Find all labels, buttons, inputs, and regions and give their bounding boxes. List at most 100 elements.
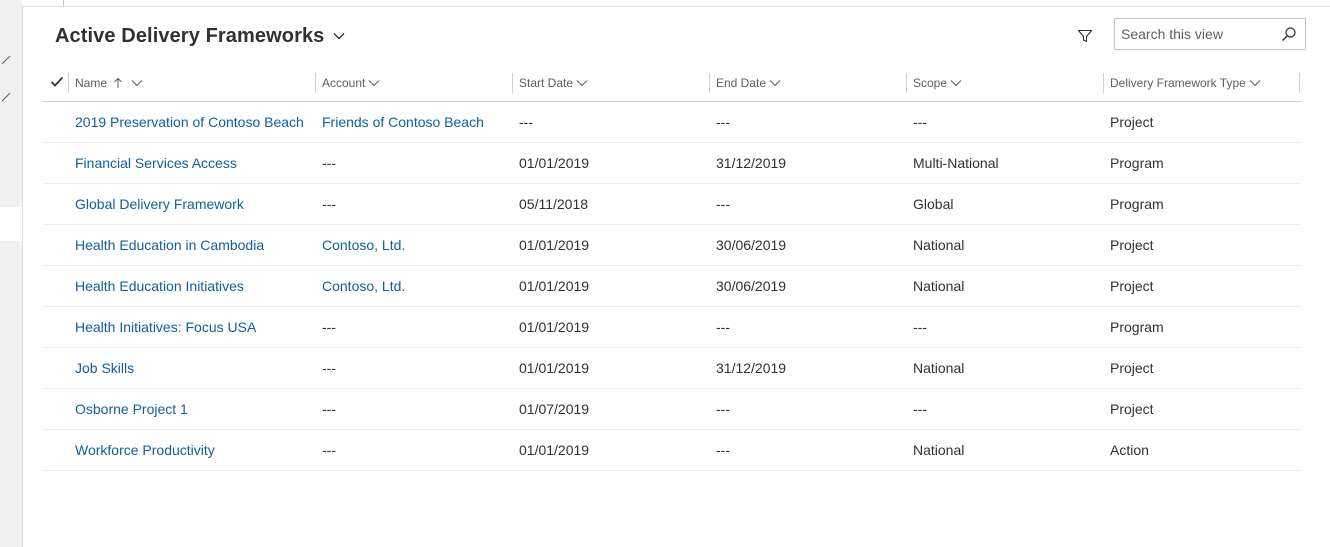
- column-header-scope[interactable]: Scope: [906, 64, 1103, 101]
- chevron-down-icon: [769, 79, 781, 86]
- column-header-start-date[interactable]: Start Date: [512, 64, 709, 101]
- chevron-down-icon: [131, 79, 143, 86]
- type-cell: Project: [1110, 114, 1154, 130]
- end-date-cell: 31/12/2019: [716, 360, 787, 376]
- chevron-down-icon: [576, 79, 588, 86]
- account-link[interactable]: Friends of Contoso Beach: [322, 102, 484, 142]
- column-header-end-date[interactable]: End Date: [709, 64, 906, 101]
- account-cell: ---: [322, 442, 336, 458]
- start-date-cell: 01/01/2019: [519, 155, 590, 171]
- scope-cell: National: [913, 278, 965, 294]
- table-row[interactable]: Global Delivery Framework --- 05/11/2018…: [43, 184, 1301, 225]
- rail-selected-item[interactable]: [0, 207, 22, 241]
- column-separator: [1103, 73, 1104, 93]
- column-separator: [315, 73, 316, 93]
- type-cell: Project: [1110, 360, 1154, 376]
- sort-ascending-arrow-icon: [114, 77, 122, 88]
- tab-divider: [63, 0, 64, 6]
- data-grid: Name Account Start Date End Date Scope D…: [43, 64, 1301, 471]
- name-link[interactable]: Health Education in Cambodia: [75, 225, 264, 265]
- checkmark-icon[interactable]: [50, 75, 64, 89]
- chevron-down-icon: [369, 79, 380, 86]
- scope-cell: ---: [913, 114, 927, 130]
- account-cell: ---: [322, 401, 336, 417]
- name-link[interactable]: Global Delivery Framework: [75, 184, 244, 224]
- column-header-delivery-framework-type[interactable]: Delivery Framework Type: [1103, 64, 1300, 101]
- start-date-cell: 05/11/2018: [519, 196, 589, 212]
- end-date-cell: 30/06/2019: [716, 237, 787, 253]
- filter-button[interactable]: [1074, 25, 1096, 47]
- end-date-cell: ---: [716, 319, 730, 335]
- rail-pen-icon[interactable]: [1, 52, 15, 66]
- chevron-down-icon: [333, 33, 345, 40]
- account-cell: ---: [322, 360, 336, 376]
- scope-cell: ---: [913, 401, 927, 417]
- start-date-cell: 01/01/2019: [519, 237, 590, 253]
- end-date-cell: ---: [716, 196, 730, 212]
- chevron-down-icon: [1249, 79, 1261, 86]
- table-row[interactable]: Osborne Project 1 --- 01/07/2019 --- ---…: [43, 389, 1301, 430]
- table-row[interactable]: Health Initiatives: Focus USA --- 01/01/…: [43, 307, 1301, 348]
- name-link[interactable]: Job Skills: [75, 348, 134, 388]
- rail-pen-icon[interactable]: [1, 89, 15, 103]
- name-link[interactable]: Health Education Initiatives: [75, 266, 244, 306]
- account-cell: ---: [322, 196, 336, 212]
- scope-cell: Global: [913, 196, 954, 212]
- type-cell: Action: [1110, 442, 1149, 458]
- type-cell: Project: [1110, 237, 1154, 253]
- account-link[interactable]: Contoso, Ltd.: [322, 266, 405, 306]
- search-input[interactable]: [1121, 19, 1271, 49]
- start-date-cell: 01/01/2019: [519, 319, 590, 335]
- type-cell: Project: [1110, 401, 1154, 417]
- column-header-account[interactable]: Account: [315, 64, 512, 101]
- column-separator: [512, 73, 513, 93]
- column-header-label: Delivery Framework Type: [1110, 75, 1246, 90]
- search-icon[interactable]: [1281, 26, 1297, 42]
- table-row[interactable]: Health Education in Cambodia Contoso, Lt…: [43, 225, 1301, 266]
- column-separator: [709, 73, 710, 93]
- end-date-cell: ---: [716, 114, 730, 130]
- left-navigation-rail: [0, 0, 23, 547]
- table-row[interactable]: Health Education Initiatives Contoso, Lt…: [43, 266, 1301, 307]
- column-header-label: End Date: [716, 75, 767, 90]
- table-row[interactable]: Financial Services Access --- 01/01/2019…: [43, 143, 1301, 184]
- grid-body: 2019 Preservation of Contoso Beach Frien…: [43, 102, 1301, 471]
- view-selector[interactable]: Active Delivery Frameworks: [55, 22, 346, 50]
- name-link[interactable]: Health Initiatives: Focus USA: [75, 307, 256, 347]
- name-link[interactable]: Osborne Project 1: [75, 389, 188, 429]
- column-header-label: Scope: [913, 75, 948, 90]
- account-cell: ---: [322, 155, 336, 171]
- column-header-label: Name: [75, 75, 108, 90]
- name-link[interactable]: 2019 Preservation of Contoso Beach: [75, 102, 304, 142]
- type-cell: Program: [1110, 319, 1164, 335]
- scope-cell: Multi-National: [913, 155, 999, 171]
- table-row[interactable]: Job Skills --- 01/01/2019 31/12/2019 Nat…: [43, 348, 1301, 389]
- end-date-cell: 30/06/2019: [716, 278, 787, 294]
- account-link[interactable]: Contoso, Ltd.: [322, 225, 405, 265]
- view-title: Active Delivery Frameworks: [55, 24, 325, 47]
- type-cell: Program: [1110, 196, 1164, 212]
- name-link[interactable]: Financial Services Access: [75, 143, 237, 183]
- account-cell: ---: [322, 319, 336, 335]
- start-date-cell: 01/01/2019: [519, 360, 590, 376]
- end-date-cell: ---: [716, 442, 730, 458]
- type-cell: Project: [1110, 278, 1154, 294]
- table-row[interactable]: 2019 Preservation of Contoso Beach Frien…: [43, 102, 1301, 143]
- column-header-label: Account: [322, 75, 366, 90]
- scope-cell: National: [913, 237, 965, 253]
- search-box: [1114, 18, 1306, 50]
- column-separator: [1299, 73, 1300, 93]
- scope-cell: National: [913, 360, 965, 376]
- table-row[interactable]: Workforce Productivity --- 01/01/2019 --…: [43, 430, 1301, 471]
- column-separator: [68, 73, 69, 93]
- type-cell: Program: [1110, 155, 1164, 171]
- start-date-cell: 01/07/2019: [519, 401, 590, 417]
- start-date-cell: ---: [519, 114, 533, 130]
- end-date-cell: ---: [716, 401, 730, 417]
- filter-icon: [1077, 29, 1093, 43]
- column-header-name[interactable]: Name: [68, 64, 315, 101]
- chevron-down-icon: [950, 79, 962, 86]
- column-header-label: Start Date: [519, 75, 574, 90]
- grid-header: Name Account Start Date End Date Scope D…: [43, 64, 1301, 102]
- name-link[interactable]: Workforce Productivity: [75, 430, 215, 470]
